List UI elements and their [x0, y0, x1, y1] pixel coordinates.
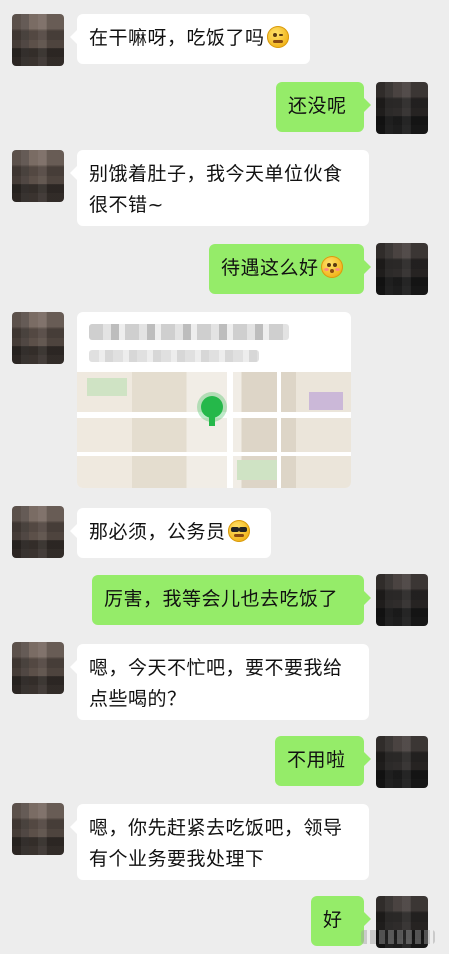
message-bubble-outgoing[interactable]: 不用啦 — [275, 736, 371, 786]
message-bubble-outgoing[interactable]: 待遇这么好 — [209, 244, 371, 294]
watermark — [361, 930, 435, 944]
sunglasses-face-emoji-icon — [227, 520, 250, 542]
message-text-line: 很不错~ — [89, 194, 164, 216]
user-avatar[interactable] — [376, 243, 428, 295]
message-bubble-incoming[interactable]: 别饿着肚子，我今天单位伙食 很不错~ — [70, 150, 369, 226]
message-text: 厉害，我等会儿也去吃饭了 — [104, 588, 339, 610]
message-text: 待遇这么好 — [221, 257, 319, 279]
chat-message-list[interactable]: 在干嘛呀，吃饭了吗 还没呢 别饿着肚子，我今天单位伙食 很不错~ 待遇这么好 那… — [0, 0, 449, 954]
message-text-line: 点些喝的？ — [89, 688, 187, 710]
contact-avatar[interactable] — [12, 150, 64, 202]
flushed-face-emoji-icon — [320, 256, 343, 278]
message-text-line: 嗯，你先赶紧去吃饭吧，领导 — [89, 817, 343, 839]
message-text: 在干嘛呀，吃饭了吗 — [89, 27, 265, 49]
location-address-blurred — [89, 350, 259, 362]
user-avatar[interactable] — [376, 82, 428, 134]
message-text: 不用啦 — [287, 749, 346, 771]
message-bubble-incoming[interactable]: 那必须，公务员 — [70, 508, 271, 558]
message-text-line: 别饿着肚子，我今天单位伙食 — [89, 163, 343, 185]
map-pin-icon — [201, 396, 223, 426]
message-text: 好 — [323, 909, 343, 931]
message-bubble-incoming[interactable]: 在干嘛呀，吃饭了吗 — [70, 14, 310, 64]
message-text-line: 有个业务要我处理下 — [89, 848, 265, 870]
contact-avatar[interactable] — [12, 506, 64, 558]
contact-avatar[interactable] — [12, 642, 64, 694]
map-preview — [77, 372, 351, 488]
user-avatar[interactable] — [376, 736, 428, 788]
message-bubble-incoming[interactable]: 嗯，你先赶紧去吃饭吧，领导 有个业务要我处理下 — [70, 804, 369, 880]
user-avatar[interactable] — [376, 574, 428, 626]
message-text: 那必须，公务员 — [89, 521, 226, 543]
location-message-card[interactable] — [77, 312, 351, 488]
contact-avatar[interactable] — [12, 14, 64, 66]
message-bubble-outgoing[interactable]: 还没呢 — [276, 82, 371, 132]
message-text-line: 嗯，今天不忙吧，要不要我给 — [89, 657, 343, 679]
location-title-blurred — [89, 324, 289, 340]
wink-smiley-emoji-icon — [266, 26, 289, 48]
message-text: 还没呢 — [288, 95, 347, 117]
contact-avatar[interactable] — [12, 803, 64, 855]
message-bubble-outgoing[interactable]: 厉害，我等会儿也去吃饭了 — [92, 575, 371, 625]
contact-avatar[interactable] — [12, 312, 64, 364]
message-bubble-incoming[interactable]: 嗯，今天不忙吧，要不要我给 点些喝的？ — [70, 644, 369, 720]
message-bubble-outgoing[interactable]: 好 — [311, 896, 371, 946]
